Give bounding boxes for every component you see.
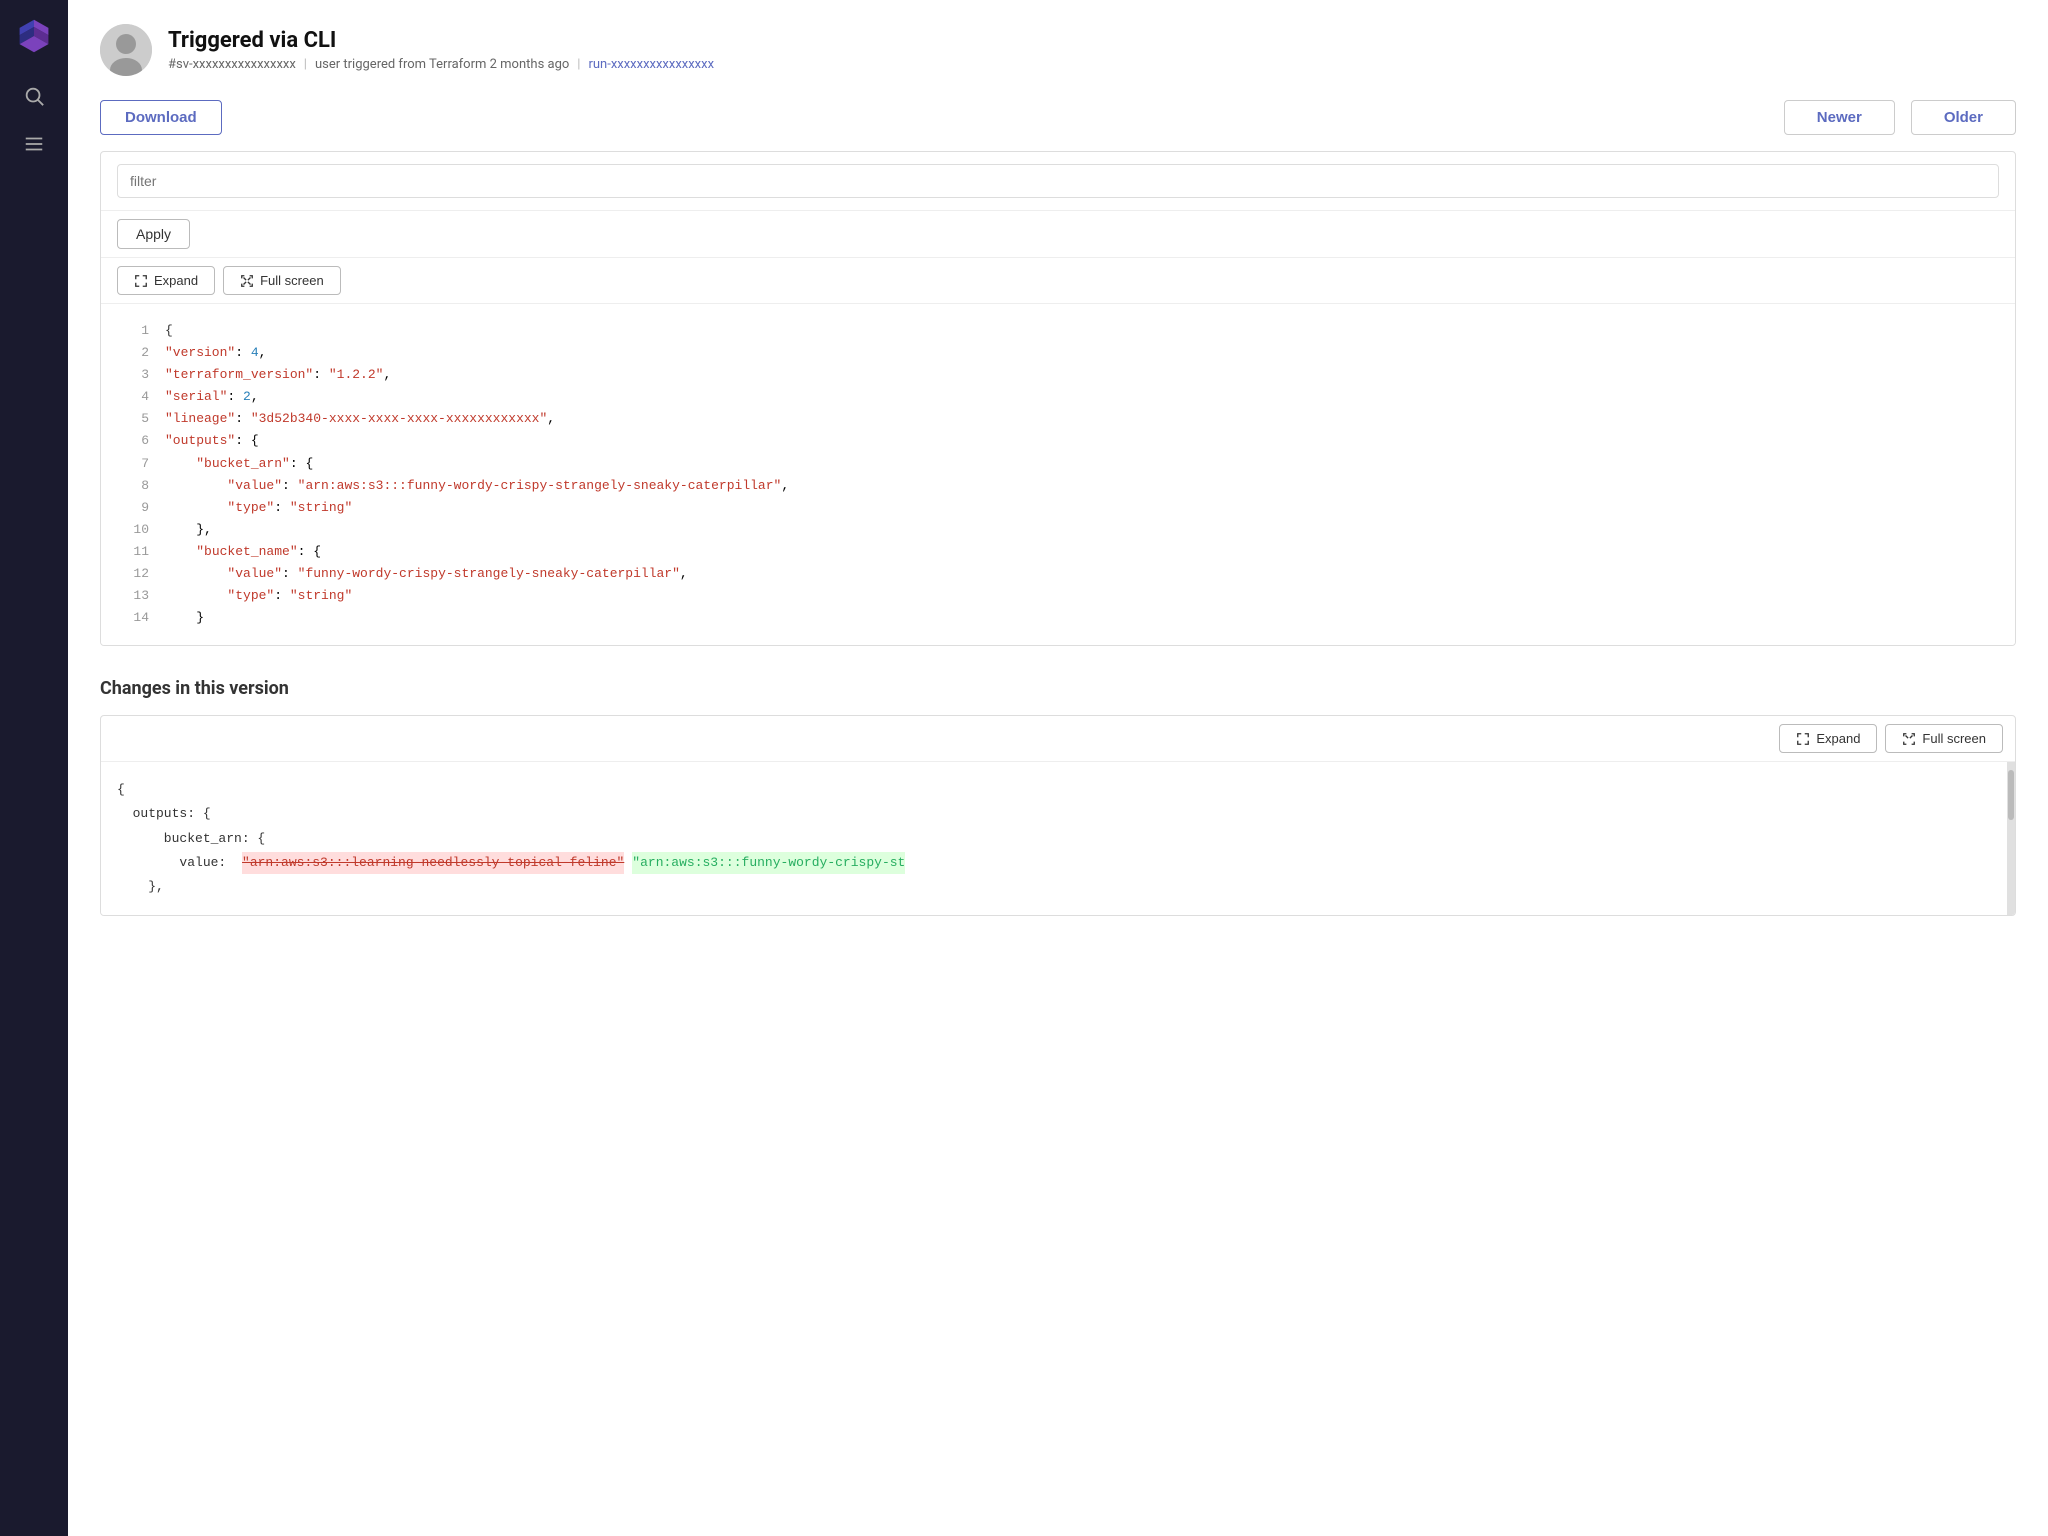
fullscreen-label: Full screen <box>260 273 324 288</box>
code-line: 12 "value": "funny-wordy-crispy-strangel… <box>101 563 2015 585</box>
vertical-scrollbar-track[interactable] <box>2007 762 2015 914</box>
page-header: Triggered via CLI #sv-xxxxxxxxxxxxxxxx |… <box>100 24 2016 76</box>
diff-removed-value: "arn:aws:s3:::learning-needlessly-topica… <box>242 852 624 874</box>
diff-line: outputs: { <box>117 802 1999 826</box>
changes-fullscreen-label: Full screen <box>1922 731 1986 746</box>
code-line: 2 "version": 4, <box>101 342 2015 364</box>
code-line: 14 } <box>101 607 2015 629</box>
avatar <box>100 24 152 76</box>
state-panel: Apply Expand Full screen <box>100 151 2016 646</box>
code-line: 1 { <box>101 320 2015 342</box>
run-link[interactable]: run-xxxxxxxxxxxxxxxx <box>588 57 714 72</box>
diff-line-value: value: "arn:aws:s3:::learning-needlessly… <box>117 851 1999 875</box>
run-id: #sv-xxxxxxxxxxxxxxxx <box>168 57 296 72</box>
code-line: 8 "value": "arn:aws:s3:::funny-wordy-cri… <box>101 475 2015 497</box>
changes-code-wrapper: { outputs: { bucket_arn: { value: "arn:a… <box>101 762 2015 914</box>
changes-expand-button[interactable]: Expand <box>1779 724 1877 753</box>
separator-1: | <box>304 57 307 72</box>
vertical-scrollbar-thumb[interactable] <box>2008 770 2014 820</box>
changes-section: Changes in this version Expand Full scre… <box>100 678 2016 915</box>
changes-title: Changes in this version <box>100 678 2016 699</box>
header-info: Triggered via CLI #sv-xxxxxxxxxxxxxxxx |… <box>168 28 714 72</box>
app-logo[interactable] <box>14 16 54 56</box>
separator-2: | <box>577 57 580 72</box>
diff-line: }, <box>117 875 1999 899</box>
filter-input[interactable] <box>117 164 1999 198</box>
expand-actions: Expand Full screen <box>101 258 2015 304</box>
header-meta: #sv-xxxxxxxxxxxxxxxx | user triggered fr… <box>168 57 714 72</box>
code-line: 9 "type": "string" <box>101 497 2015 519</box>
changes-expand-label: Expand <box>1816 731 1860 746</box>
newer-button[interactable]: Newer <box>1784 100 1895 135</box>
code-line: 5 "lineage": "3d52b340-xxxx-xxxx-xxxx-xx… <box>101 408 2015 430</box>
apply-button[interactable]: Apply <box>117 219 190 249</box>
download-button[interactable]: Download <box>100 100 222 135</box>
code-line: 3 "terraform_version": "1.2.2", <box>101 364 2015 386</box>
changes-fullscreen-button[interactable]: Full screen <box>1885 724 2003 753</box>
search-icon[interactable] <box>18 80 50 112</box>
code-line: 6 "outputs": { <box>101 430 2015 452</box>
diff-line: bucket_arn: { <box>117 827 1999 851</box>
code-line: 4 "serial": 2, <box>101 386 2015 408</box>
diff-line: { <box>117 778 1999 802</box>
expand-button[interactable]: Expand <box>117 266 215 295</box>
diff-added-value: "arn:aws:s3:::funny-wordy-crispy-st <box>632 852 905 874</box>
main-content: Triggered via CLI #sv-xxxxxxxxxxxxxxxx |… <box>68 0 2048 1536</box>
changes-expand-icon <box>1796 732 1810 746</box>
sidebar <box>0 0 68 1536</box>
changes-fullscreen-icon <box>1902 732 1916 746</box>
meta-text: user triggered from Terraform 2 months a… <box>315 57 569 72</box>
fullscreen-icon <box>240 274 254 288</box>
page-title: Triggered via CLI <box>168 28 714 53</box>
older-button[interactable]: Older <box>1911 100 2016 135</box>
menu-icon[interactable] <box>18 128 50 160</box>
filter-actions: Apply <box>101 211 2015 258</box>
filter-bar <box>101 152 2015 211</box>
code-line: 13 "type": "string" <box>101 585 2015 607</box>
toolbar-row: Download Newer Older <box>100 100 2016 135</box>
changes-panel: Expand Full screen { <box>100 715 2016 915</box>
fullscreen-button[interactable]: Full screen <box>223 266 341 295</box>
changes-code: { outputs: { bucket_arn: { value: "arn:a… <box>101 762 2015 914</box>
code-line: 11 "bucket_name": { <box>101 541 2015 563</box>
expand-label: Expand <box>154 273 198 288</box>
code-line: 7 "bucket_arn": { <box>101 453 2015 475</box>
expand-icon <box>134 274 148 288</box>
code-container: 1 { 2 "version": 4, 3 "terraform_version… <box>101 304 2015 645</box>
code-line: 10 }, <box>101 519 2015 541</box>
changes-toolbar: Expand Full screen <box>101 716 2015 762</box>
